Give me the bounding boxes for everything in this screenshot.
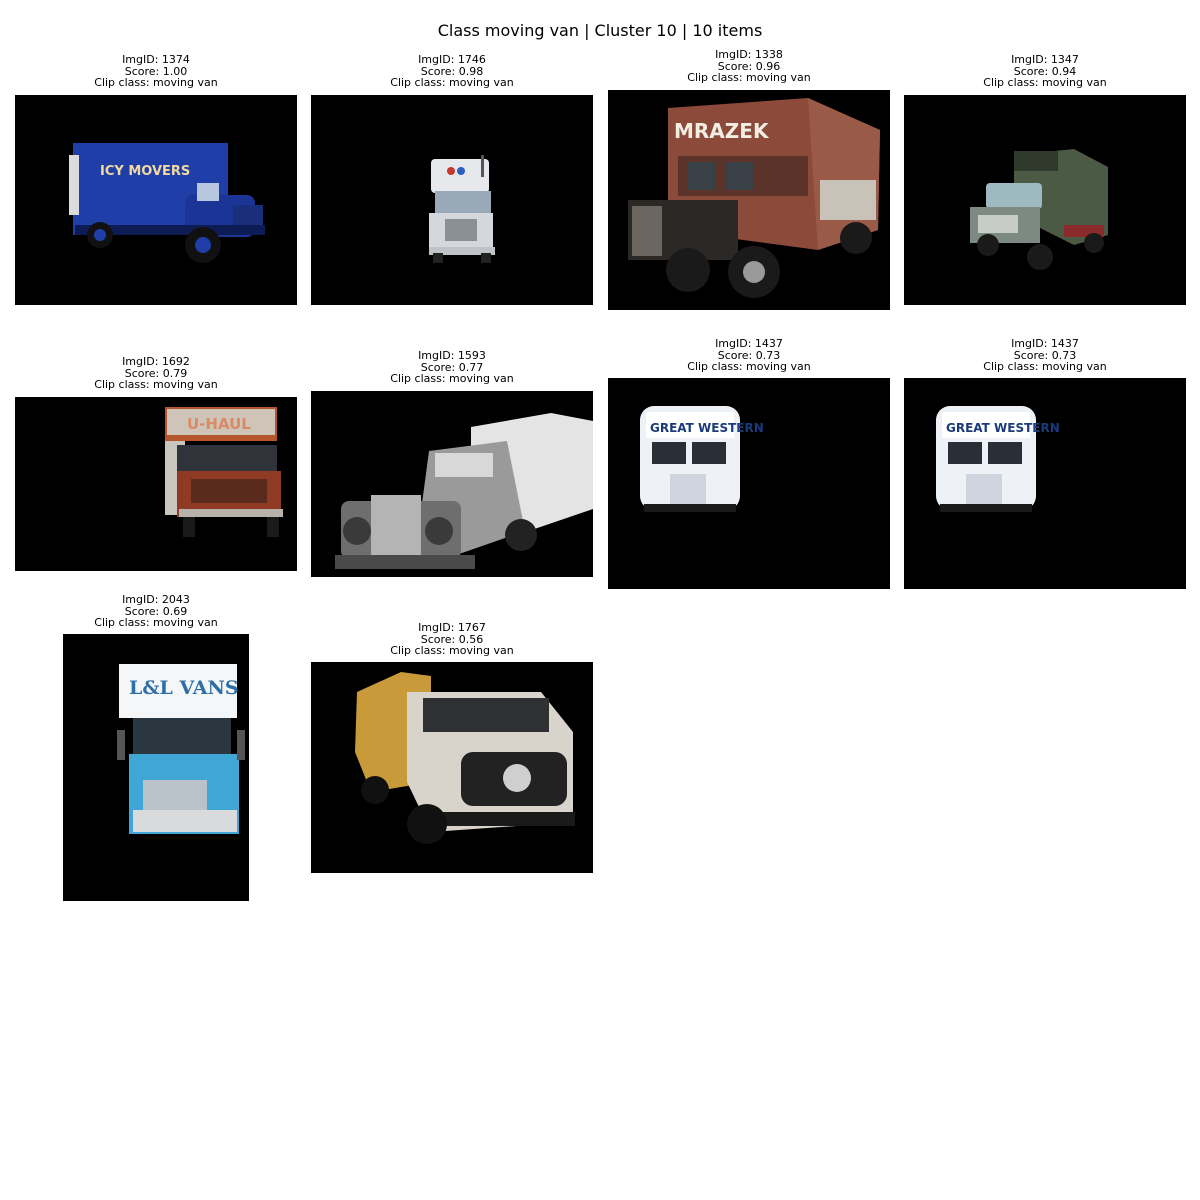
truck-front-text: GREAT WESTERN bbox=[650, 421, 764, 435]
grayscale-vintage-truck-picture bbox=[335, 413, 593, 569]
clip-class-label: Clip class: moving van bbox=[390, 372, 514, 385]
truck-image: L&L VANS bbox=[63, 634, 249, 901]
truck-image bbox=[311, 662, 593, 873]
white-van-front-picture: GREAT WESTERN bbox=[640, 406, 764, 512]
figure-title: Class moving van | Cluster 10 | 10 items bbox=[437, 21, 763, 40]
image-id-label: ImgID: 1692 bbox=[122, 355, 190, 368]
clip-class-label: Clip class: moving van bbox=[390, 644, 514, 657]
truck-image: MRAZEK bbox=[608, 90, 890, 310]
clip-class-label: Clip class: moving van bbox=[94, 378, 218, 391]
clip-class-label: Clip class: moving van bbox=[94, 616, 218, 629]
caption: ImgID: 1338 Score: 0.96 Clip class: movi… bbox=[608, 49, 890, 84]
truck-front-text: GREAT WESTERN bbox=[946, 421, 1060, 435]
blue-moving-truck-picture: ICY MOVERS bbox=[69, 143, 265, 263]
truck-image bbox=[904, 95, 1186, 305]
truck-image: U-HAUL bbox=[15, 397, 297, 571]
truck-image bbox=[311, 391, 593, 577]
image-id-label: ImgID: 1746 bbox=[418, 53, 486, 66]
caption: ImgID: 1746 Score: 0.98 Clip class: movi… bbox=[311, 54, 593, 89]
caption: ImgID: 1437 Score: 0.73 Clip class: movi… bbox=[904, 338, 1186, 373]
caption: ImgID: 1593 Score: 0.77 Clip class: movi… bbox=[311, 350, 593, 385]
white-semi-truck-cab-picture bbox=[429, 155, 495, 263]
caption: ImgID: 1374 Score: 1.00 Clip class: movi… bbox=[15, 54, 297, 89]
caption: ImgID: 1692 Score: 0.79 Clip class: movi… bbox=[15, 356, 297, 391]
truck-box-text: L&L VANS bbox=[129, 677, 239, 699]
truck-image: GREAT WESTERN bbox=[904, 378, 1186, 589]
caption: ImgID: 1767 Score: 0.56 Clip class: movi… bbox=[311, 622, 593, 657]
caption: ImgID: 1347 Score: 0.94 Clip class: movi… bbox=[904, 54, 1186, 89]
clip-class-label: Clip class: moving van bbox=[687, 360, 811, 373]
image-id-label: ImgID: 2043 bbox=[122, 593, 190, 606]
white-van-front-picture: GREAT WESTERN bbox=[936, 406, 1060, 512]
truck-image bbox=[311, 95, 593, 305]
u-haul-truck-picture: U-HAUL bbox=[165, 407, 283, 537]
caption: ImgID: 2043 Score: 0.69 Clip class: movi… bbox=[15, 594, 297, 629]
mercedes-flatbed-truck-picture bbox=[355, 672, 575, 844]
red-vintage-moving-truck-picture: MRAZEK bbox=[628, 98, 880, 298]
clip-class-label: Clip class: moving van bbox=[983, 76, 1107, 89]
light-blue-box-truck-picture: L&L VANS bbox=[117, 664, 245, 834]
image-id-label: ImgID: 1437 bbox=[1011, 337, 1079, 350]
clip-class-label: Clip class: moving van bbox=[983, 360, 1107, 373]
clip-class-label: Clip class: moving van bbox=[390, 76, 514, 89]
truck-image: ICY MOVERS bbox=[15, 95, 297, 305]
clip-class-label: Clip class: moving van bbox=[94, 76, 218, 89]
image-id-label: ImgID: 1374 bbox=[122, 53, 190, 66]
caption: ImgID: 1437 Score: 0.73 Clip class: movi… bbox=[608, 338, 890, 373]
truck-side-text: MRAZEK bbox=[674, 119, 770, 143]
truck-side-text: ICY MOVERS bbox=[100, 164, 190, 179]
image-id-label: ImgID: 1338 bbox=[715, 48, 783, 61]
image-id-label: ImgID: 1767 bbox=[418, 621, 486, 634]
image-id-label: ImgID: 1593 bbox=[418, 349, 486, 362]
truck-image: GREAT WESTERN bbox=[608, 378, 890, 589]
truck-side-text: U-HAUL bbox=[187, 415, 251, 433]
green-vintage-truck-picture bbox=[970, 149, 1108, 270]
image-id-label: ImgID: 1347 bbox=[1011, 53, 1079, 66]
clip-class-label: Clip class: moving van bbox=[687, 71, 811, 84]
image-id-label: ImgID: 1437 bbox=[715, 337, 783, 350]
